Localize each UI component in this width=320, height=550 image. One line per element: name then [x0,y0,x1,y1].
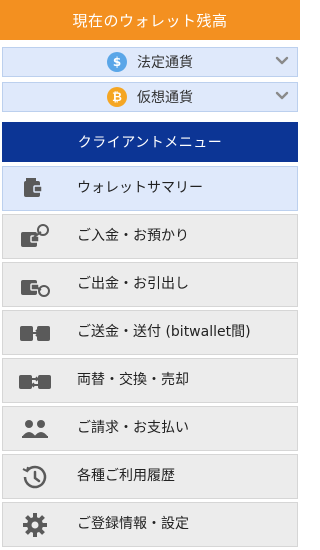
fiat-currency-label: 法定通貨 [137,55,193,71]
wallet-withdraw-icon [17,271,53,299]
menu-item-deposit[interactable]: ご入金・お預かり [2,214,298,259]
crypto-currency-row[interactable]: ₿ 仮想通貨 [2,82,298,112]
menu-item-history[interactable]: 各種ご利用履歴 [2,454,298,499]
chevron-down-icon[interactable] [275,54,289,68]
menu-item-label: ご入金・お預かり [77,228,189,244]
menu-item-label: 各種ご利用履歴 [77,468,175,484]
wallet-transfer-icon [17,319,53,347]
menu-item-transfer[interactable]: ご送金・送付 (bitwallet間) [2,310,298,355]
exchange-icon [17,367,53,395]
menu-item-label: 両替・交換・売却 [77,372,189,388]
menu-item-withdraw[interactable]: ご出金・お引出し [2,262,298,307]
wallet-balance-header: 現在のウォレット残高 [0,0,300,40]
menu-item-settings[interactable]: ご登録情報・設定 [2,502,298,547]
menu-item-exchange[interactable]: 両替・交換・売却 [2,358,298,403]
menu-item-label: ご請求・お支払い [77,420,189,436]
menu-item-wallet-summary[interactable]: ウォレットサマリー [2,166,298,211]
users-icon [17,415,53,443]
fiat-currency-row[interactable]: $ 法定通貨 [2,47,298,77]
wallet-deposit-icon [17,223,53,251]
menu-item-label: ウォレットサマリー [77,180,203,196]
menu-item-label: ご送金・送付 (bitwallet間) [77,324,251,340]
crypto-currency-label: 仮想通貨 [137,90,193,106]
menu-item-label: ご登録情報・設定 [77,516,189,532]
gear-icon [17,511,53,539]
dollar-coin-icon: $ [107,52,127,72]
wallet-icon [17,175,53,203]
history-icon [17,463,53,491]
bitcoin-coin-icon: ₿ [107,87,127,107]
menu-item-label: ご出金・お引出し [77,276,189,292]
client-menu-header: クライアントメニュー [2,122,298,162]
menu-item-billing[interactable]: ご請求・お支払い [2,406,298,451]
chevron-down-icon[interactable] [275,89,289,103]
